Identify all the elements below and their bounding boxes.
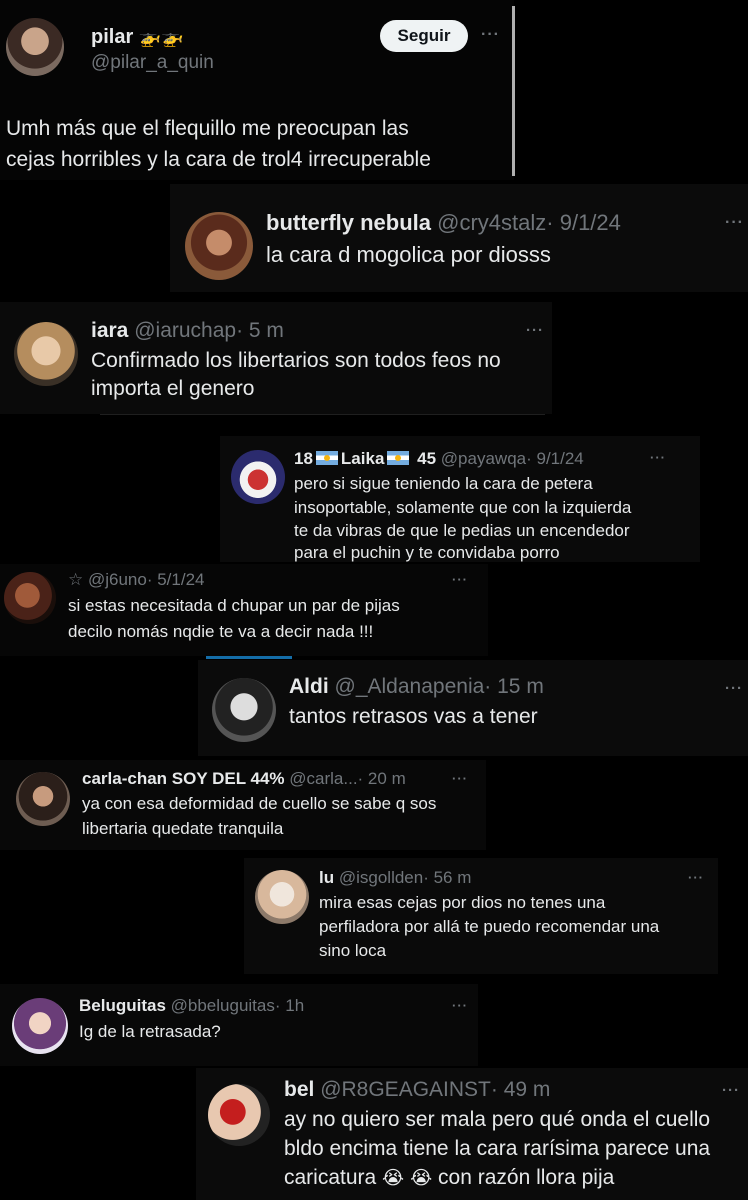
reply-text-line: pero si sigue teniendo la cara de petera [294, 474, 593, 493]
reply-text-line: ya con esa deformidad de cuello se sabe … [82, 794, 437, 813]
reply-card: butterfly nebula @cry4stalz· 9/1/24 ··· … [170, 184, 748, 292]
reply-text-line: Ig de la retrasada? [79, 1022, 221, 1041]
reply-text-line: la cara d mogolica por diosss [266, 242, 551, 267]
avatar[interactable] [185, 212, 253, 280]
reply-text-line: Confirmado los libertarios son todos feo… [91, 349, 501, 372]
timestamp[interactable]: · 5/1/24 [147, 570, 205, 589]
reply-text-line: sino loca [319, 941, 387, 960]
timestamp[interactable]: · 20 m [358, 769, 406, 788]
author-handle[interactable]: @isgollden [339, 868, 423, 887]
reply-text-line: insoportable, solamente que con la izqui… [294, 498, 632, 517]
reply-text-line: si estas necesitada d chupar un par de p… [68, 596, 400, 615]
divider [100, 414, 545, 415]
reply-card: iara @iaruchap· 5 m ··· Confirmado los l… [0, 302, 552, 414]
timestamp[interactable]: · 5 m [236, 319, 284, 342]
author-handle[interactable]: @R8GEAGAINST [320, 1078, 491, 1101]
follow-button[interactable]: Seguir [380, 20, 468, 52]
reply-header: ☆ @j6uno· 5/1/24 [68, 570, 205, 590]
reply-card: 18 Laika 45 @payawqa· 9/1/24 ··· pero si … [220, 436, 700, 562]
reply-text-line: mira esas cejas por dios no tenes una [319, 893, 606, 912]
reply-card: bel @R8GEAGAINST· 49 m ··· ay no quiero … [196, 1068, 748, 1200]
reply-text-line: bldo encima tiene la cara rarísima parec… [284, 1137, 711, 1160]
reply-header: bel @R8GEAGAINST· 49 m [284, 1078, 550, 1102]
author-handle[interactable]: @bbeluguitas [171, 996, 275, 1015]
reply-header: Beluguitas @bbeluguitas· 1h [79, 996, 304, 1016]
more-options-icon[interactable]: ··· [452, 771, 468, 786]
scrollbar[interactable] [512, 6, 515, 176]
more-options-icon[interactable]: ··· [481, 26, 500, 44]
argentina-flag-icon [315, 451, 338, 465]
author-name[interactable]: iara [91, 319, 128, 342]
author-handle[interactable]: @carla... [289, 769, 357, 788]
reply-text-line: decilo nomás nqdie te va a decir nada !!… [68, 622, 374, 641]
post-text-line: Umh más que el flequillo me preocupan la… [6, 117, 409, 140]
timestamp[interactable]: · 9/1/24 [546, 210, 621, 235]
reply-card: lu @isgollden· 56 m ··· mira esas cejas … [244, 858, 718, 974]
timestamp[interactable]: · 1h [275, 996, 304, 1015]
reply-card: carla-chan SOY DEL 44% @carla...· 20 m ·… [0, 760, 486, 850]
timestamp[interactable]: · 56 m [423, 868, 471, 887]
avatar[interactable] [212, 678, 276, 742]
reply-text-line: importa el genero [91, 377, 255, 400]
author-name[interactable]: ☆ [68, 570, 83, 589]
more-options-icon[interactable]: ··· [452, 572, 468, 587]
reply-card: ☆ @j6uno· 5/1/24 ··· si estas necesitada… [0, 564, 488, 656]
reply-text-line: libertaria quedate tranquila [82, 819, 284, 838]
author-handle[interactable]: @pilar_a_quin [91, 52, 214, 74]
avatar[interactable] [4, 572, 56, 624]
reply-text-line: perfiladora por allá te puedo recomendar… [319, 917, 660, 936]
more-options-icon[interactable]: ··· [722, 1082, 740, 1099]
author-name[interactable]: lu [319, 868, 334, 887]
avatar[interactable] [255, 870, 309, 924]
avatar[interactable] [16, 772, 70, 826]
post-text-line: cejas horribles y la cara de trol4 irrec… [6, 148, 431, 171]
reply-header: Aldi @_Aldanapenia· 15 m [289, 675, 544, 699]
more-options-icon[interactable]: ··· [725, 214, 744, 232]
avatar[interactable] [14, 322, 78, 386]
helicopter-icon: 🚁🚁 [138, 27, 184, 48]
reply-text-line: caricatura 😭 😭 con razón llora pija [284, 1166, 615, 1189]
author-name[interactable]: Beluguitas [79, 996, 166, 1015]
reply-header: carla-chan SOY DEL 44% @carla...· 20 m [82, 769, 406, 789]
reply-header: 18 Laika 45 @payawqa· 9/1/24 [294, 449, 584, 469]
author-handle[interactable]: @cry4stalz [437, 210, 546, 235]
author-name[interactable]: butterfly nebula [266, 210, 431, 235]
crying-face-icon: 😭 😭 [382, 1167, 433, 1189]
author-handle[interactable]: @j6uno [88, 570, 147, 589]
avatar[interactable] [231, 450, 285, 504]
more-options-icon[interactable]: ··· [650, 450, 666, 465]
author-name[interactable]: bel [284, 1078, 314, 1101]
reply-header: lu @isgollden· 56 m [319, 868, 471, 888]
avatar[interactable] [12, 998, 68, 1054]
author-name[interactable]: pilar 🚁🚁 [91, 26, 184, 49]
author-name[interactable]: Aldi [289, 675, 329, 698]
reply-header: iara @iaruchap· 5 m [91, 319, 284, 343]
more-options-icon[interactable]: ··· [725, 680, 743, 697]
timestamp[interactable]: · 9/1/24 [526, 449, 584, 468]
reply-header: butterfly nebula @cry4stalz· 9/1/24 [266, 210, 621, 236]
reply-card: Aldi @_Aldanapenia· 15 m ··· tantos retr… [198, 660, 748, 756]
author-handle[interactable]: @_Aldanapenia [335, 675, 485, 698]
reply-card: Beluguitas @bbeluguitas· 1h ··· Ig de la… [0, 984, 478, 1066]
timestamp[interactable]: · 49 m [491, 1078, 551, 1101]
reply-text-line: tantos retrasos vas a tener [289, 705, 538, 728]
reply-text-line: ay no quiero ser mala pero qué onda el c… [284, 1108, 711, 1131]
author-name[interactable]: carla-chan SOY DEL 44% [82, 769, 285, 788]
argentina-flag-icon [387, 451, 410, 465]
loading-indicator [206, 656, 292, 659]
timestamp[interactable]: · 15 m [484, 675, 544, 698]
more-options-icon[interactable]: ··· [688, 870, 704, 885]
more-options-icon[interactable]: ··· [526, 322, 544, 339]
author-handle[interactable]: @payawqa [441, 449, 526, 468]
author-handle[interactable]: @iaruchap [134, 319, 236, 342]
avatar[interactable] [208, 1084, 270, 1146]
reply-text-line: te da vibras de que le pedias un encende… [294, 521, 630, 540]
more-options-icon[interactable]: ··· [452, 998, 468, 1013]
main-post: pilar 🚁🚁 @pilar_a_quin Seguir ··· Umh má… [0, 0, 514, 180]
reply-text-line: para el puchin y te convidaba porro [294, 543, 560, 562]
avatar[interactable] [6, 18, 64, 76]
author-name[interactable]: 18 Laika 45 [294, 449, 436, 468]
